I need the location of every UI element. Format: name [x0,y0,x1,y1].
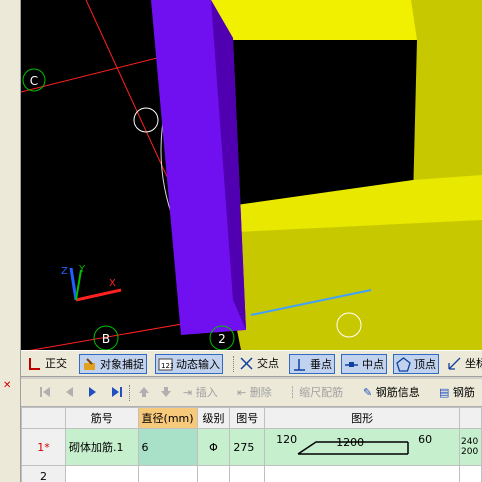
shape-no-header[interactable]: 图号 [229,407,266,429]
scale-rebar-button[interactable]: ┊ 缩尺配筋 [289,384,343,402]
shape-cell[interactable]: 120 1200 60 [264,428,461,466]
shape-no-cell[interactable] [229,465,266,482]
coordinate-toggle[interactable]: 坐标 [445,354,482,374]
coordinate-label: 坐标 [465,357,482,370]
prev-record-icon[interactable] [63,385,75,399]
axis-label-b: B [102,332,110,346]
dynamic-input-icon: 123 [158,358,173,371]
intersection-icon [240,357,253,370]
snap-toolbar: 正交 对象捕捉 123 动态输入 交点 垂点 中点 顶点 坐标 [21,350,482,377]
scale-rebar-icon: ┊ [289,386,296,399]
object-snap-label: 对象捕捉 [100,358,144,371]
move-up-icon[interactable] [138,385,150,399]
left-panel-strip [0,0,21,482]
svg-text:Z: Z [61,266,68,277]
rebar-info-icon: ✎ [363,386,373,399]
midpoint-icon [345,362,358,367]
axis-label-2: 2 [218,332,226,346]
table-row[interactable]: 2 [21,465,482,482]
3d-viewport[interactable]: C B 2 Z Y X [21,0,482,350]
rebar-grid: 筋号 直径(mm) 级别 图号 图形 1* 砌体加筋.1 6 Φ 275 120… [21,407,482,482]
shape-header[interactable]: 图形 [264,407,461,429]
coordinate-icon [448,357,461,370]
toolbar-separator [129,385,131,401]
intersection-toggle[interactable]: 交点 [237,354,281,374]
rebar-toolbar: ⇥ 插入 ⇤ 删除 ┊ 缩尺配筋 ✎ 钢筋信息 ▤ 钢筋 [21,379,482,407]
row-number-header [21,407,66,429]
calc-header[interactable] [459,407,482,429]
rebar-name-cell[interactable] [65,465,139,482]
next-record-icon[interactable] [87,385,99,399]
midpoint-label: 中点 [362,358,384,371]
rebar-graph-button[interactable]: ▤ 钢筋 [439,384,475,402]
calc-cell[interactable] [459,465,482,482]
scale-rebar-label: 缩尺配筋 [299,386,344,399]
axis-gizmo-icon: Z Y X [61,264,122,302]
shape-no-cell[interactable]: 275 [229,428,266,466]
3d-scene: C B 2 Z Y X [21,0,482,350]
midpoint-toggle[interactable]: 中点 [341,354,387,374]
delete-button[interactable]: ⇤ 删除 [237,384,272,402]
rebar-table: 筋号 直径(mm) 级别 图号 图形 1* 砌体加筋.1 6 Φ 275 120… [21,407,482,482]
vertex-icon [396,357,411,372]
rebar-shape-lines [297,441,409,455]
calc-value-2: 200 [461,447,479,457]
ortho-label: 正交 [45,357,67,370]
rebar-name-header[interactable]: 筋号 [65,407,139,429]
toolbar-separator [233,356,235,372]
delete-icon: ⇤ [237,386,247,399]
perpendicular-toggle[interactable]: 垂点 [289,354,335,374]
object-snap-toggle[interactable]: 对象捕捉 [79,354,147,374]
intersection-label: 交点 [257,357,279,370]
grade-cell[interactable]: Φ [196,428,231,466]
rebar-info-button[interactable]: ✎ 钢筋信息 [363,384,420,402]
rebar-graph-label: 钢筋 [452,386,475,399]
yellow-wall-top [206,0,417,40]
svg-text:X: X [109,278,116,289]
last-record-icon[interactable] [111,385,123,399]
row-number[interactable]: 1* [21,428,66,466]
ortho-toggle[interactable]: 正交 [25,354,69,374]
rebar-graph-icon: ▤ [439,386,450,399]
rebar-info-label: 钢筋信息 [375,386,420,399]
snap-marker [133,107,159,133]
move-down-icon[interactable] [160,385,172,399]
insert-button[interactable]: ⇥ 插入 [183,384,218,402]
vertex-label: 顶点 [414,358,436,371]
row-number[interactable]: 2 [21,465,66,482]
table-header-row: 筋号 直径(mm) 级别 图号 图形 [21,407,482,429]
perpendicular-icon [294,359,305,371]
calc-value: 240 [461,437,479,447]
dynamic-input-label: 动态输入 [176,358,220,371]
delete-label: 删除 [249,386,272,399]
rebar-shape-drawing: 120 1200 60 [268,430,453,464]
diameter-cell[interactable] [137,465,198,482]
diameter-header[interactable]: 直径(mm) [137,407,198,429]
close-icon[interactable]: ✕ [3,381,13,391]
grade-header[interactable]: 级别 [196,407,231,429]
first-record-icon[interactable] [39,385,51,399]
insert-label: 插入 [195,386,218,399]
vertex-toggle[interactable]: 顶点 [393,354,439,374]
perpendicular-label: 垂点 [310,358,332,371]
axis-label-c: C [30,74,38,88]
rebar-name-cell[interactable]: 砌体加筋.1 [65,428,139,466]
svg-text:Y: Y [78,264,86,275]
shape-cell[interactable] [264,465,461,482]
svg-text:123: 123 [161,362,173,370]
calc-cell[interactable]: 240 200 [459,428,482,466]
insert-icon: ⇥ [183,386,193,399]
grade-cell[interactable] [196,465,231,482]
object-snap-icon [84,358,95,370]
table-row[interactable]: 1* 砌体加筋.1 6 Φ 275 120 1200 60 240 200 [21,428,482,466]
diameter-cell[interactable]: 6 [137,428,198,466]
dynamic-input-toggle[interactable]: 123 动态输入 [155,354,223,374]
ortho-icon [29,358,40,370]
